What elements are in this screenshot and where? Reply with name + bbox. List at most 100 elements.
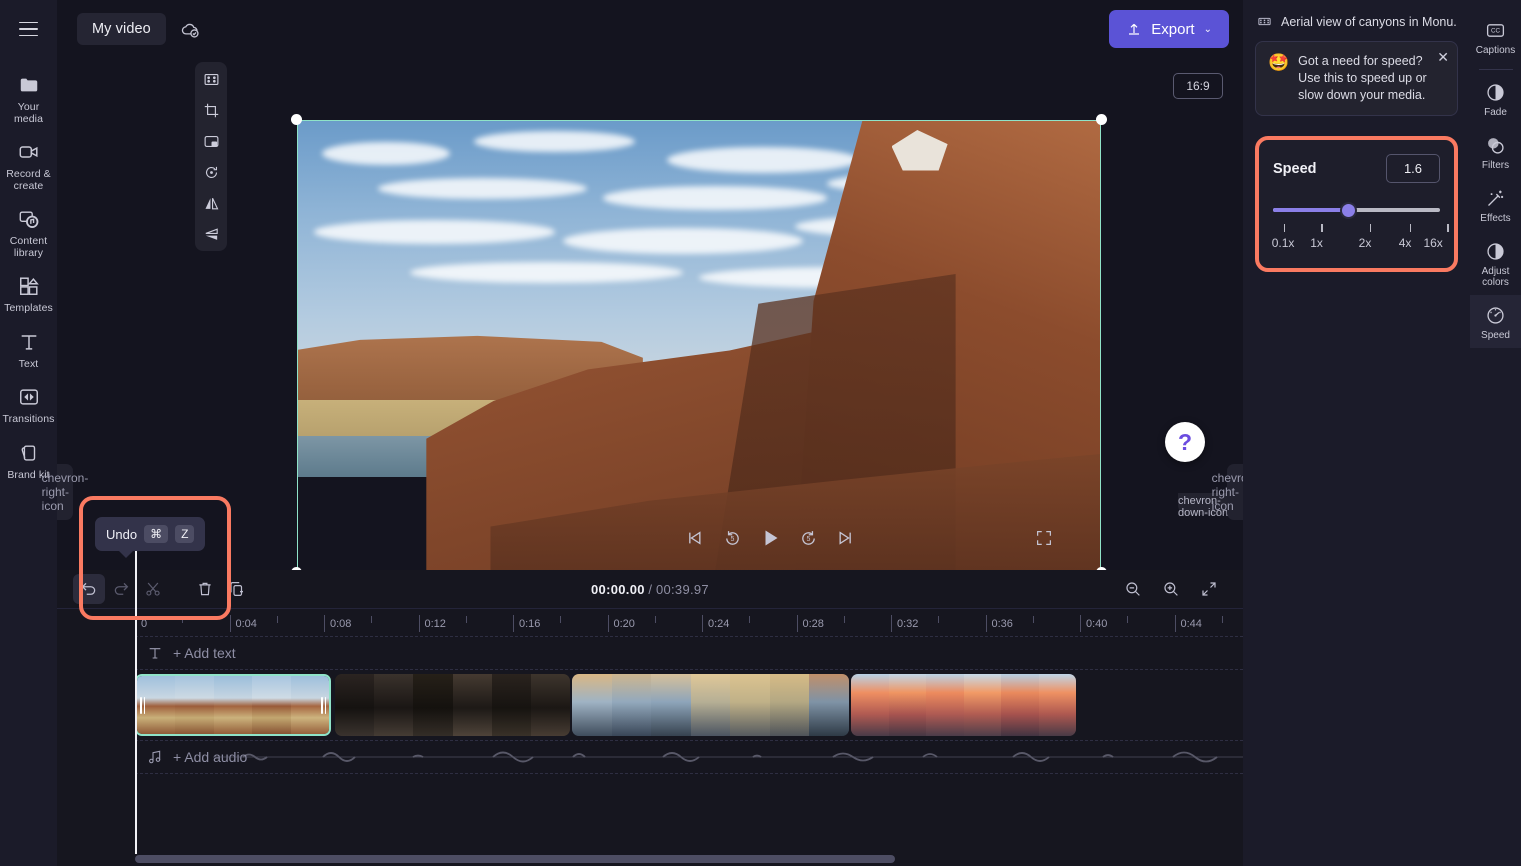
speed-tip-card: 🤩 Got a need for speed? Use this to spee… bbox=[1255, 41, 1458, 116]
zoom-out-icon[interactable] bbox=[1117, 574, 1149, 604]
sidebar-item-record-create[interactable]: Record & create bbox=[0, 131, 57, 198]
forward-5-icon[interactable]: 5 bbox=[789, 519, 827, 557]
time-separator: / bbox=[648, 581, 653, 597]
svg-text:5: 5 bbox=[806, 536, 810, 543]
resize-handle-top-right[interactable] bbox=[1096, 114, 1107, 125]
ruler-tick: 0:12 bbox=[418, 615, 446, 632]
speed-value-input[interactable]: 1.6 bbox=[1386, 154, 1440, 183]
effects-wand-icon bbox=[1485, 187, 1507, 209]
speed-tick-marks: 0.1x 1x 2x 4x 16x bbox=[1271, 224, 1449, 254]
slider-thumb[interactable] bbox=[1339, 202, 1357, 219]
sidebar-item-templates[interactable]: Templates bbox=[0, 265, 57, 321]
svg-text:5: 5 bbox=[730, 536, 734, 543]
sidebar-label: Adjust colors bbox=[1481, 266, 1510, 288]
sidebar-label: Fade bbox=[1484, 107, 1507, 118]
divider bbox=[1478, 69, 1513, 70]
crop-icon[interactable] bbox=[200, 99, 222, 121]
sidebar-label: Your media bbox=[13, 101, 44, 125]
timeline: 00:00.00 / 00:39.97 0 0:04 0:08 0:12 0:1… bbox=[57, 540, 1353, 866]
close-icon[interactable]: ✕ bbox=[1437, 49, 1449, 66]
video-track[interactable] bbox=[135, 674, 1243, 736]
sidebar-label: Speed bbox=[1481, 330, 1510, 341]
collapse-left-panel-icon[interactable]: chevron-right-icon bbox=[42, 464, 88, 520]
fit-timeline-icon[interactable] bbox=[1193, 574, 1225, 604]
sidebar-label: Text bbox=[18, 357, 39, 370]
star-struck-emoji: 🤩 bbox=[1268, 53, 1290, 72]
selected-clip-title: Aerial view of canyons in Monu... bbox=[1281, 14, 1456, 29]
rewind-5-icon[interactable]: 5 bbox=[713, 519, 751, 557]
skip-to-end-icon[interactable] bbox=[827, 519, 865, 557]
table-row[interactable] bbox=[572, 674, 849, 736]
trim-handle-left[interactable] bbox=[137, 676, 148, 734]
play-icon[interactable] bbox=[751, 519, 789, 557]
project-title[interactable]: My video bbox=[77, 13, 166, 45]
table-row[interactable] bbox=[851, 674, 1076, 736]
scrollbar-thumb[interactable] bbox=[135, 855, 895, 863]
timeline-toolbar: 00:00.00 / 00:39.97 bbox=[57, 570, 1243, 608]
undo-button[interactable] bbox=[73, 574, 105, 604]
ruler-tick: 0:36 bbox=[985, 615, 1013, 632]
split-scissors-button[interactable] bbox=[137, 574, 169, 604]
audio-track[interactable]: + Add audio bbox=[135, 740, 1353, 774]
collapse-right-panel-icon[interactable]: chevron-right-icon bbox=[1212, 464, 1258, 520]
cloud-check-icon[interactable] bbox=[180, 19, 201, 40]
flip-horizontal-icon[interactable] bbox=[200, 192, 222, 214]
sidebar-item-content-library[interactable]: Content library bbox=[0, 198, 57, 265]
transitions-icon bbox=[17, 385, 41, 409]
fullscreen-icon[interactable] bbox=[1035, 529, 1053, 547]
audio-waveform bbox=[213, 751, 1353, 763]
sidebar-item-transitions[interactable]: Transitions bbox=[0, 376, 57, 432]
skip-to-start-icon[interactable] bbox=[675, 519, 713, 557]
speed-header: Speed 1.6 bbox=[1273, 154, 1440, 183]
sidebar-item-speed[interactable]: Speed bbox=[1470, 295, 1521, 348]
playhead[interactable] bbox=[129, 540, 143, 854]
add-text-row[interactable]: + Add text bbox=[135, 636, 1243, 670]
tick-label: 2x bbox=[1358, 236, 1372, 250]
zoom-in-icon[interactable] bbox=[1155, 574, 1187, 604]
sidebar-item-your-media[interactable]: Your media bbox=[0, 64, 57, 131]
add-text-label: + Add text bbox=[173, 645, 236, 661]
rotate-icon[interactable] bbox=[200, 161, 222, 183]
clip-thumbnails bbox=[137, 676, 329, 734]
duplicate-button[interactable] bbox=[221, 574, 253, 604]
timeline-ruler[interactable]: 0 0:04 0:08 0:12 0:16 0:20 0:24 0:28 0:32 0:36 0:4… bbox=[57, 608, 1243, 636]
text-track[interactable]: + Add text bbox=[135, 636, 1243, 670]
tick-label: 0.1x bbox=[1271, 236, 1295, 250]
aspect-ratio-badge[interactable]: 16:9 bbox=[1173, 73, 1223, 99]
speed-slider[interactable] bbox=[1273, 202, 1440, 219]
timeline-zoom-controls bbox=[1117, 574, 1225, 604]
sidebar-item-filters[interactable]: Filters bbox=[1470, 125, 1521, 178]
clip-thumbnails bbox=[851, 674, 1076, 736]
trim-handle-right[interactable] bbox=[318, 676, 329, 734]
media-folder-icon bbox=[17, 73, 41, 97]
text-icon bbox=[17, 330, 41, 354]
hamburger-icon[interactable] bbox=[14, 14, 44, 44]
sidebar-item-adjust-colors[interactable]: Adjust colors bbox=[1470, 231, 1521, 295]
sidebar-item-captions[interactable]: CC Captions bbox=[1470, 10, 1521, 63]
sidebar-label: Filters bbox=[1481, 160, 1510, 171]
help-button[interactable]: ? bbox=[1165, 422, 1205, 462]
video-preview[interactable] bbox=[291, 114, 1107, 578]
picture-in-picture-icon[interactable] bbox=[200, 130, 222, 152]
redo-button[interactable] bbox=[105, 574, 137, 604]
ruler-minor-tick bbox=[465, 615, 471, 632]
table-row[interactable] bbox=[335, 674, 570, 736]
ruler-tick: 0:04 bbox=[229, 615, 257, 632]
filmstrip-icon bbox=[1257, 14, 1272, 29]
table-row[interactable] bbox=[135, 674, 331, 736]
timeline-scrollbar[interactable] bbox=[135, 855, 1235, 863]
sidebar-item-effects[interactable]: Effects bbox=[1470, 178, 1521, 231]
sidebar-item-fade[interactable]: Fade bbox=[1470, 72, 1521, 125]
sidebar-item-text[interactable]: Text bbox=[0, 321, 57, 377]
fit-to-screen-icon[interactable] bbox=[200, 68, 222, 90]
tick-label: 1x bbox=[1310, 236, 1323, 250]
editor-main: My video Export ⌄ 16:9 5 5 ? chevron-dow… bbox=[42, 0, 1353, 866]
closed-captions-icon: CC bbox=[1485, 19, 1507, 41]
tick-label: 16x bbox=[1423, 236, 1443, 250]
ruler-tick: 0:24 bbox=[702, 615, 729, 632]
clipchamp-video-editor: Your media Record & create Content libra… bbox=[0, 0, 1521, 866]
resize-handle-top-left[interactable] bbox=[291, 114, 302, 125]
delete-trash-button[interactable] bbox=[189, 574, 221, 604]
export-button[interactable]: Export ⌄ bbox=[1109, 10, 1229, 48]
flip-vertical-icon[interactable] bbox=[200, 223, 222, 245]
